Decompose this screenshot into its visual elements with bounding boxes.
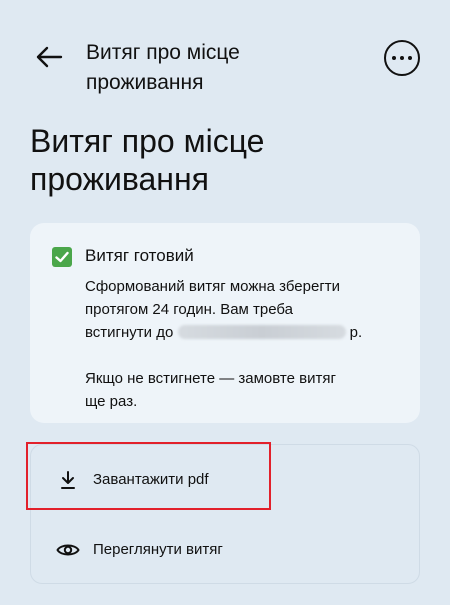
more-horizontal-icon [392,56,396,60]
more-dot [400,56,404,60]
more-options-button[interactable] [384,40,420,76]
view-document-button[interactable]: Переглянути витяг [55,539,223,561]
app-header: Витяг про місце проживання [0,0,450,112]
status-line: Сформований витяг можна зберегти [85,278,341,295]
deadline-suffix: р. [349,324,363,341]
more-dot [408,56,412,60]
page-title: Витяг про місце проживання [30,123,265,197]
status-title: Витяг готовий [85,246,194,265]
status-card: Витяг готовий Сформований витяг можна зб… [30,223,420,423]
status-description: Сформований витяг можна зберегти протяго… [85,275,405,413]
status-line: Якщо не встигнете — замовте витяг [85,370,336,387]
status-line: ще раз. [85,393,138,410]
status-line: протягом 24 годин. Вам треба [85,301,293,318]
deadline-prefix: встигнути до [85,324,174,341]
deadline-line: встигнути до р. [85,321,405,344]
highlight-annotation [26,442,271,510]
arrow-left-icon [36,46,63,68]
header-title: Витяг про місце проживання [86,41,240,94]
eye-icon [55,539,81,561]
view-document-label: Переглянути витяг [93,541,223,558]
back-button[interactable] [32,40,66,74]
check-square-icon [52,247,72,267]
redacted-deadline [177,325,346,339]
